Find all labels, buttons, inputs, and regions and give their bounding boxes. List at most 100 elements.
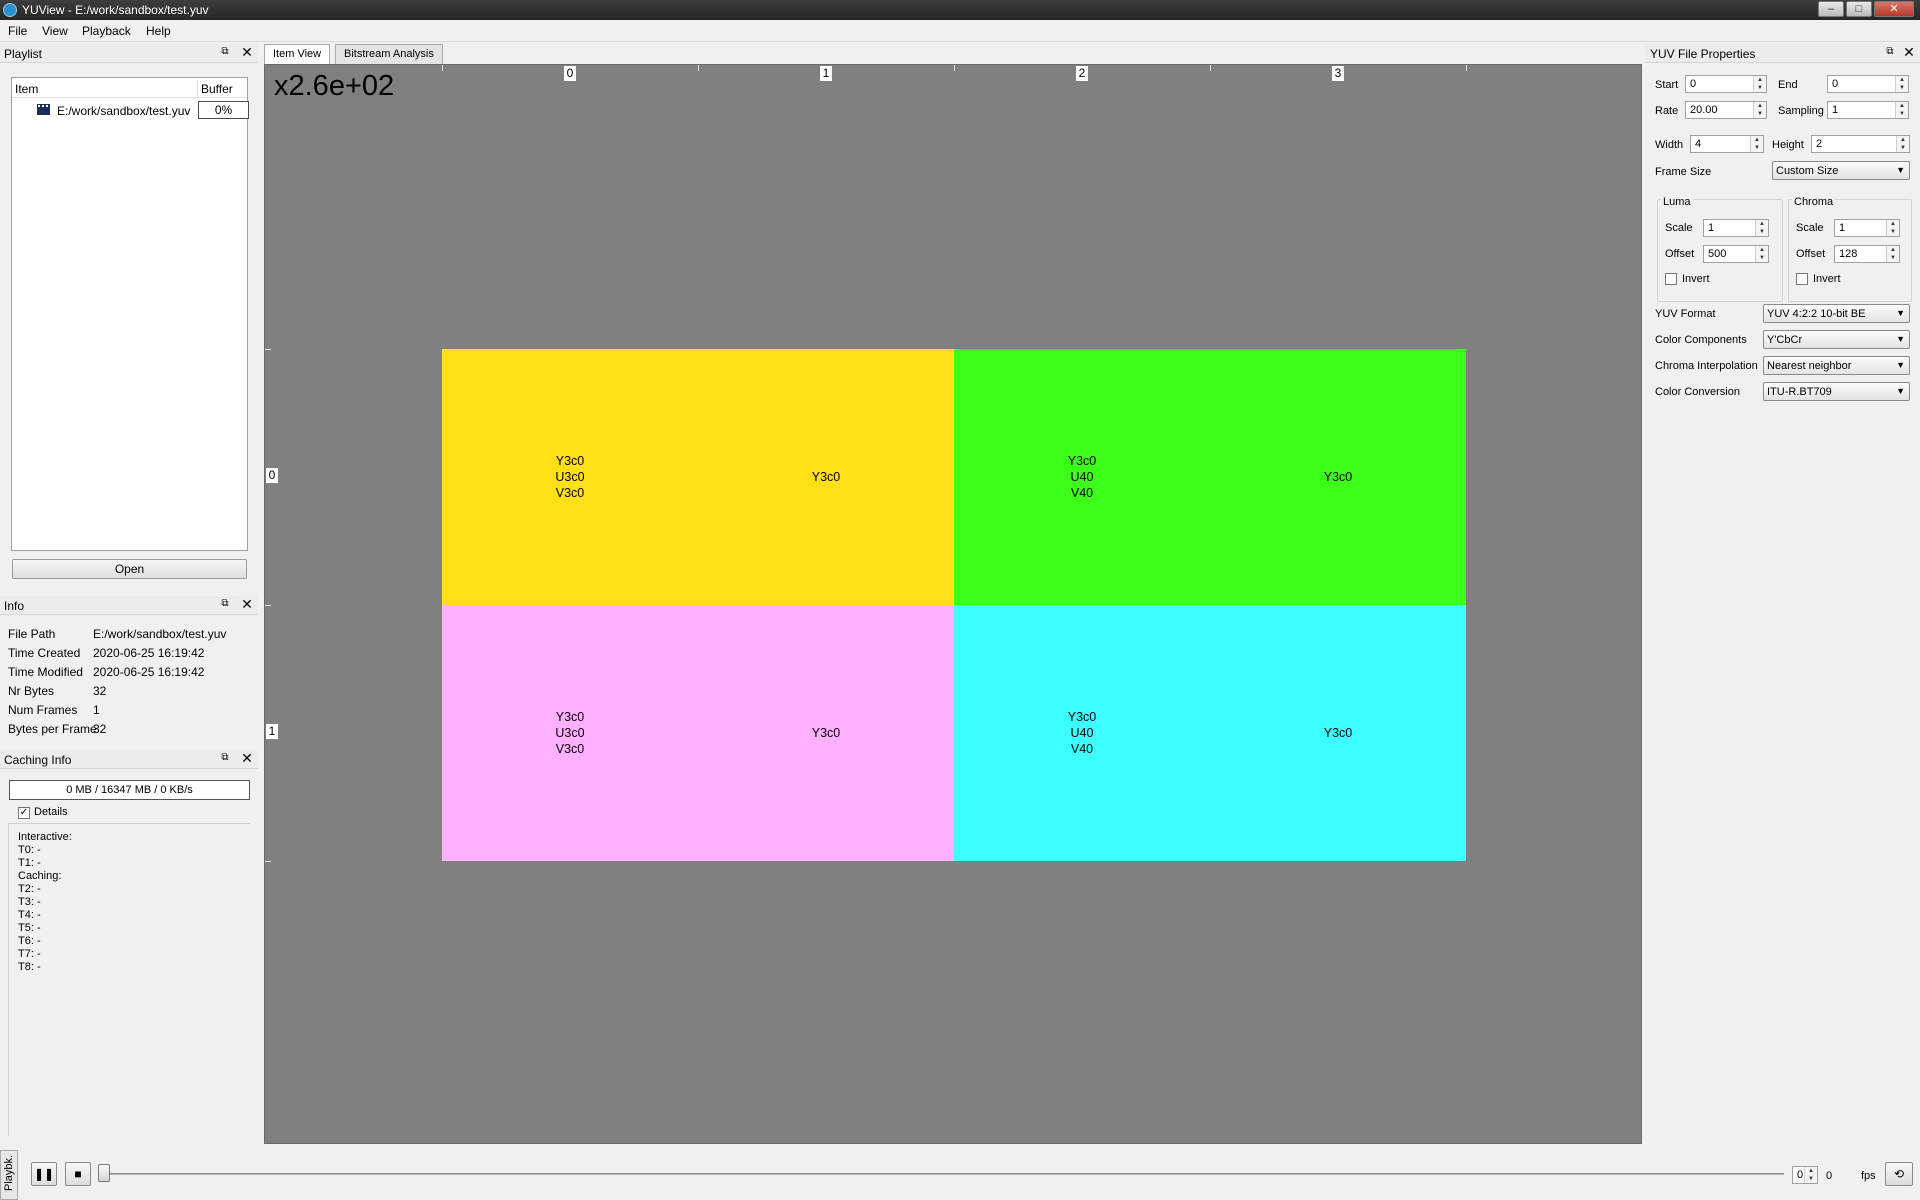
- color-components-select[interactable]: Y'CbCr ▼: [1763, 330, 1910, 349]
- pixel-value: Y3c0: [811, 726, 841, 740]
- ruler-label-x: 3: [1332, 66, 1344, 81]
- ruler-label-y: 0: [266, 468, 278, 483]
- caching-line: T2: -: [18, 883, 41, 895]
- info-key: Bytes per Frame: [8, 722, 97, 736]
- chroma-invert-checkbox[interactable]: [1796, 273, 1808, 285]
- menu-view[interactable]: View: [42, 24, 68, 38]
- rate-spinbox[interactable]: 20.00 ▲ ▼: [1685, 101, 1767, 119]
- chroma-scale-spinbox[interactable]: 1 ▲ ▼: [1834, 219, 1900, 237]
- width-spinbox[interactable]: 4 ▲ ▼: [1690, 135, 1764, 153]
- info-value: E:/work/sandbox/test.yuv: [93, 627, 227, 641]
- stop-button[interactable]: ■: [65, 1162, 91, 1186]
- playlist-item[interactable]: E:/work/sandbox/test.yuv 0%: [12, 100, 249, 120]
- menu-bar: File View Playback Help: [0, 20, 1920, 42]
- caching-title: Caching Info: [4, 753, 72, 767]
- playlist-title: Playlist: [4, 47, 43, 61]
- float-icon[interactable]: ⧉: [219, 752, 231, 764]
- frame-slider-handle[interactable]: [98, 1164, 110, 1182]
- frame-slider-track[interactable]: [104, 1173, 1784, 1175]
- details-checkbox[interactable]: ✓: [18, 807, 30, 819]
- caching-line: Caching:: [18, 870, 62, 882]
- caching-dock-title: Caching Info ⧉ ✕: [0, 750, 258, 769]
- luma-group-title: Luma: [1661, 196, 1693, 208]
- frame-size-select[interactable]: Custom Size ▼: [1772, 161, 1910, 180]
- stop-icon: ■: [74, 1167, 82, 1181]
- luma-scale-spinbox[interactable]: 1 ▲ ▼: [1703, 219, 1769, 237]
- column-header-buffer[interactable]: Buffer: [201, 82, 233, 96]
- float-icon[interactable]: ⧉: [219, 598, 231, 610]
- info-key: Nr Bytes: [8, 684, 55, 698]
- chroma-interpolation-select[interactable]: Nearest neighbor ▼: [1763, 356, 1910, 375]
- close-icon[interactable]: ✕: [241, 751, 253, 765]
- ruler-tick: [265, 861, 271, 862]
- pause-button[interactable]: ❚❚: [31, 1162, 57, 1186]
- properties-title: YUV File Properties: [1650, 47, 1756, 61]
- caching-line: T1: -: [18, 857, 41, 869]
- color-conversion-select[interactable]: ITU-R.BT709 ▼: [1763, 382, 1910, 401]
- chroma-offset-spinbox[interactable]: 128 ▲ ▼: [1834, 245, 1900, 263]
- luma-invert-checkbox[interactable]: [1665, 273, 1677, 285]
- zoom-factor-label: x2.6e+02: [274, 70, 395, 102]
- close-icon[interactable]: ✕: [241, 45, 253, 59]
- chroma-offset-label: Offset: [1796, 248, 1826, 260]
- tab-item-view[interactable]: Item View: [264, 44, 331, 65]
- pixel-value: Y3c0: [1323, 726, 1353, 740]
- cache-progress-bar: 0 MB / 16347 MB / 0 KB/s: [9, 780, 250, 800]
- chroma-group-title: Chroma: [1792, 196, 1836, 208]
- playlist-item-buffer: 0%: [198, 101, 249, 119]
- playlist-item-name: E:/work/sandbox/test.yuv: [57, 104, 191, 118]
- close-window-button[interactable]: ✕: [1874, 1, 1914, 17]
- info-value: 2020-06-25 16:19:42: [93, 646, 205, 660]
- menu-help[interactable]: Help: [146, 24, 171, 38]
- frame-size-label: Frame Size: [1655, 166, 1712, 178]
- luma-scale-label: Scale: [1665, 222, 1693, 234]
- pixel-value: Y3c0 U40 V40: [1067, 454, 1097, 500]
- info-value: 1: [93, 703, 100, 717]
- frame-spinbox[interactable]: 0 ▲ ▼: [1792, 1166, 1818, 1184]
- float-icon[interactable]: ⧉: [219, 46, 231, 58]
- ruler-label-x: 0: [564, 66, 576, 81]
- luma-offset-spinbox[interactable]: 500 ▲ ▼: [1703, 245, 1769, 263]
- caching-line: T5: -: [18, 922, 41, 934]
- pixel-value: Y3c0 U3c0 V3c0: [555, 710, 585, 756]
- column-header-item[interactable]: Item: [15, 82, 38, 96]
- yuv-properties-panel: YUV File Properties ⧉ ✕ Start 0 ▲ ▼ End 0 ▲…: [1645, 44, 1920, 1144]
- maximize-button[interactable]: □: [1846, 1, 1872, 17]
- ruler-tick: [698, 65, 699, 71]
- caching-details: Interactive: T0: - T1: - Caching: T2: - …: [8, 823, 250, 1136]
- height-label: Height: [1772, 139, 1804, 151]
- playlist-tree[interactable]: Item Buffer E:/work/sandbox/test.yuv 0%: [11, 77, 249, 551]
- minimize-button[interactable]: –: [1818, 1, 1844, 17]
- repeat-icon: ⟲: [1893, 1167, 1905, 1181]
- height-spinbox[interactable]: 2 ▲ ▼: [1811, 135, 1910, 153]
- ruler-tick: [265, 349, 271, 350]
- sampling-spinbox[interactable]: 1 ▲ ▼: [1827, 101, 1909, 119]
- chroma-scale-label: Scale: [1796, 222, 1824, 234]
- caching-line: T4: -: [18, 909, 41, 921]
- app-icon: [3, 3, 17, 17]
- ruler-label-y: 1: [266, 724, 278, 739]
- ruler-tick: [265, 605, 271, 606]
- info-dock-title: Info ⧉ ✕: [0, 596, 258, 615]
- caching-line: T0: -: [18, 844, 41, 856]
- repeat-button[interactable]: ⟲: [1885, 1162, 1913, 1186]
- start-spinbox[interactable]: 0 ▲ ▼: [1685, 75, 1767, 93]
- tab-bitstream-analysis[interactable]: Bitstream Analysis: [335, 44, 443, 64]
- caching-line: T7: -: [18, 948, 41, 960]
- chroma-invert-label: Invert: [1813, 273, 1841, 285]
- item-view-canvas[interactable]: x2.6e+02 0 1 2 3 0 1 Y3c0 U3c0 V3c0 Y3c0 Y…: [264, 64, 1642, 1144]
- close-icon[interactable]: ✕: [241, 597, 253, 611]
- yuv-format-select[interactable]: YUV 4:2:2 10-bit BE ▼: [1763, 304, 1910, 323]
- menu-file[interactable]: File: [8, 24, 27, 38]
- playback-dock-tab[interactable]: Playbk.: [0, 1150, 18, 1200]
- end-spinbox[interactable]: 0 ▲ ▼: [1827, 75, 1909, 93]
- end-label: End: [1778, 79, 1798, 91]
- info-key: Num Frames: [8, 703, 78, 717]
- color-conversion-label: Color Conversion: [1655, 386, 1740, 398]
- fps-value: 0: [1826, 1170, 1833, 1182]
- menu-playback[interactable]: Playback: [82, 24, 131, 38]
- open-button[interactable]: Open: [12, 559, 247, 579]
- float-icon[interactable]: ⧉: [1884, 46, 1896, 58]
- info-key: Time Created: [8, 646, 81, 660]
- close-icon[interactable]: ✕: [1903, 45, 1915, 59]
